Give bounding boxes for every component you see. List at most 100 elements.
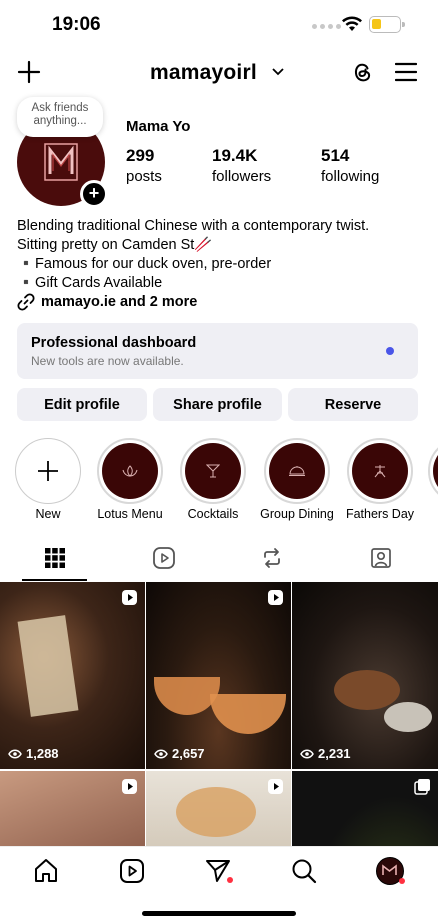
highlight-ring [264,438,330,504]
highlight-group-dining[interactable]: Group Dining [260,438,334,521]
character-icon [374,465,386,478]
cloche-icon [289,466,305,476]
post-tile[interactable] [292,771,438,846]
account-username[interactable]: mamayoirl [150,61,257,85]
dashboard-subtitle: New tools are now available. [31,354,184,368]
unread-dot [386,347,394,355]
post-menu-image [17,615,79,717]
eye-icon [8,749,22,758]
post-grid: 1,288 2,657 2,231 [0,582,438,846]
stat-posts[interactable]: 299 posts [126,146,162,185]
post-views: 2,657 [154,746,205,761]
post-tile[interactable] [0,771,145,846]
status-bar: 19:06 [0,0,438,50]
bio-line: Blending traditional Chinese with a cont… [17,218,370,234]
highlight-ring [15,438,81,504]
highlight-label: Group Dining [260,507,334,521]
tab-grid[interactable] [11,536,98,580]
signal-icon [312,24,341,29]
cocktail-icon [206,464,220,478]
stat-value: 19.4K [212,146,258,165]
reels-icon [152,547,175,569]
highlight-ring [428,438,438,504]
eye-icon [154,749,168,758]
highlight-label: Fathers Day [345,507,415,521]
home-indicator [142,911,296,916]
reel-icon [268,590,283,605]
notification-dot [399,878,405,884]
battery-icon [369,16,405,33]
top-bar: mamayoirl [0,56,438,92]
post-food-image [334,670,400,710]
mama-yo-logo-icon [44,143,78,181]
repost-icon [263,548,280,568]
stat-label: posts [126,168,162,185]
views-count: 1,288 [26,746,59,761]
views-count: 2,657 [172,746,205,761]
reel-icon [122,590,137,605]
status-time: 19:06 [52,14,101,35]
note-bubble[interactable]: Ask friends anything... [17,97,103,137]
wifi-icon [342,16,362,31]
share-profile-button[interactable]: Share profile [153,388,282,421]
stat-following[interactable]: 514 following [321,146,379,185]
search-icon[interactable] [290,857,318,885]
eye-icon [300,749,314,758]
highlight-ring [97,438,163,504]
post-tile[interactable] [146,771,291,846]
reserve-button[interactable]: Reserve [288,388,418,421]
link-text: mamayo.ie and 2 more [41,294,198,310]
post-food-image [176,787,256,837]
tagged-user-icon [370,548,391,568]
dashboard-title: Professional dashboard [31,335,197,351]
highlight-label: Cocktails [187,507,239,521]
home-icon[interactable] [32,857,60,885]
post-food-image [384,702,432,732]
edit-profile-button[interactable]: Edit profile [17,388,147,421]
threads-icon[interactable] [349,59,375,85]
post-tile[interactable]: 1,288 [0,582,145,769]
notification-dot [227,877,233,883]
carousel-icon [414,779,430,795]
highlight-lotus-menu[interactable]: Lotus Menu [97,438,163,521]
highlight-ring [347,438,413,504]
create-plus-icon[interactable] [17,60,41,84]
profile-tabs [0,536,438,582]
reel-icon [122,779,137,794]
post-tile[interactable]: 2,231 [292,582,438,769]
stat-followers[interactable]: 19.4K followers [212,146,271,185]
stat-label: following [321,168,380,185]
highlight-label: Lotus Menu [97,507,163,521]
tab-tagged[interactable] [337,536,424,580]
tab-reposts[interactable] [228,536,315,580]
menu-icon[interactable] [395,62,417,82]
post-drink-image [210,694,286,734]
post-tile[interactable]: 2,657 [146,582,291,769]
views-count: 2,231 [318,746,351,761]
highlight-fathers-day[interactable]: Fathers Day [346,438,414,521]
grid-icon [44,548,65,568]
highlight-ring [180,438,246,504]
display-name: Mama Yo [126,118,191,135]
add-story-button[interactable]: + [80,180,108,208]
plus-icon [38,461,58,481]
post-views: 2,231 [300,746,351,761]
bio-link[interactable]: mamayo.ie and 2 more [17,293,197,311]
highlight-next[interactable] [428,438,438,504]
highlight-new[interactable]: New [15,438,81,521]
bio-line: ▪️Famous for our duck oven, pre-order [17,256,272,272]
stat-value: 299 [126,146,155,165]
stat-label: followers [212,168,272,185]
bio-line: Sitting pretty on Camden St🥢 [17,237,213,253]
active-tab-indicator [22,579,87,581]
chevron-down-icon[interactable] [272,68,284,76]
link-icon [17,293,35,311]
reels-nav-icon[interactable] [118,857,146,885]
tab-reels[interactable] [120,536,207,580]
lotus-icon [122,465,138,477]
highlight-cocktails[interactable]: Cocktails [180,438,246,521]
post-views: 1,288 [8,746,59,761]
professional-dashboard[interactable]: Professional dashboard New tools are now… [17,323,418,379]
stat-value: 514 [321,146,350,165]
highlight-label: New [35,507,61,521]
